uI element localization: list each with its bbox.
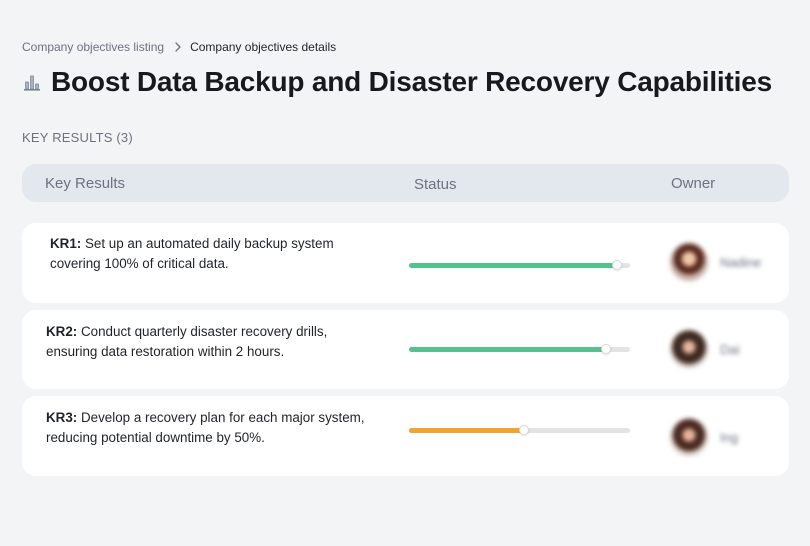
- key-result-text: Develop a recovery plan for each major s…: [46, 410, 365, 445]
- column-header-key-results: Key Results: [45, 175, 126, 192]
- key-result-text: Set up an automated daily backup system …: [50, 236, 334, 271]
- avatar: [670, 418, 708, 456]
- table-row[interactable]: KR1: Set up an automated daily backup sy…: [22, 223, 789, 303]
- table-header: Key Results Status Owner: [22, 164, 789, 202]
- status-progress-bar: [409, 425, 630, 435]
- key-result-text: Conduct quarterly disaster recovery dril…: [46, 324, 328, 359]
- key-result-description: KR2: Conduct quarterly disaster recovery…: [46, 322, 366, 362]
- breadcrumb-current: Company objectives details: [190, 40, 337, 54]
- table-row[interactable]: KR2: Conduct quarterly disaster recovery…: [22, 310, 789, 389]
- progress-knob: [518, 425, 529, 435]
- progress-fill: [409, 428, 524, 433]
- owner-cell[interactable]: Dai: [670, 330, 740, 368]
- bar-chart-icon: [22, 72, 42, 92]
- progress-knob: [600, 344, 611, 354]
- chevron-right-icon: [174, 42, 182, 52]
- key-result-label: KR1:: [50, 236, 82, 251]
- owner-cell[interactable]: Nadine: [670, 243, 761, 281]
- key-result-description: KR1: Set up an automated daily backup sy…: [50, 234, 370, 274]
- progress-knob: [611, 260, 622, 270]
- avatar: [670, 243, 708, 281]
- breadcrumb: Company objectives listing Company objec…: [22, 40, 336, 54]
- owner-cell[interactable]: Ing: [670, 418, 738, 456]
- progress-fill: [409, 347, 606, 352]
- status-progress-bar: [409, 344, 630, 354]
- key-result-description: KR3: Develop a recovery plan for each ma…: [46, 408, 366, 448]
- page-title: Boost Data Backup and Disaster Recovery …: [51, 66, 772, 97]
- breadcrumb-parent-link[interactable]: Company objectives listing: [22, 40, 164, 54]
- column-header-status: Status: [414, 176, 457, 193]
- avatar: [670, 330, 708, 368]
- owner-name: Nadine: [720, 254, 762, 270]
- owner-name: Dai: [720, 341, 740, 357]
- table-row[interactable]: KR3: Develop a recovery plan for each ma…: [22, 396, 789, 476]
- progress-fill: [409, 263, 617, 268]
- key-result-label: KR3:: [46, 410, 78, 425]
- page-header: Boost Data Backup and Disaster Recovery …: [22, 66, 772, 98]
- owner-name: Ing: [720, 429, 739, 445]
- column-header-owner: Owner: [671, 175, 716, 192]
- status-progress-bar: [409, 260, 630, 270]
- key-results-count-label: KEY RESULTS (3): [22, 130, 133, 145]
- key-result-label: KR2:: [46, 324, 78, 339]
